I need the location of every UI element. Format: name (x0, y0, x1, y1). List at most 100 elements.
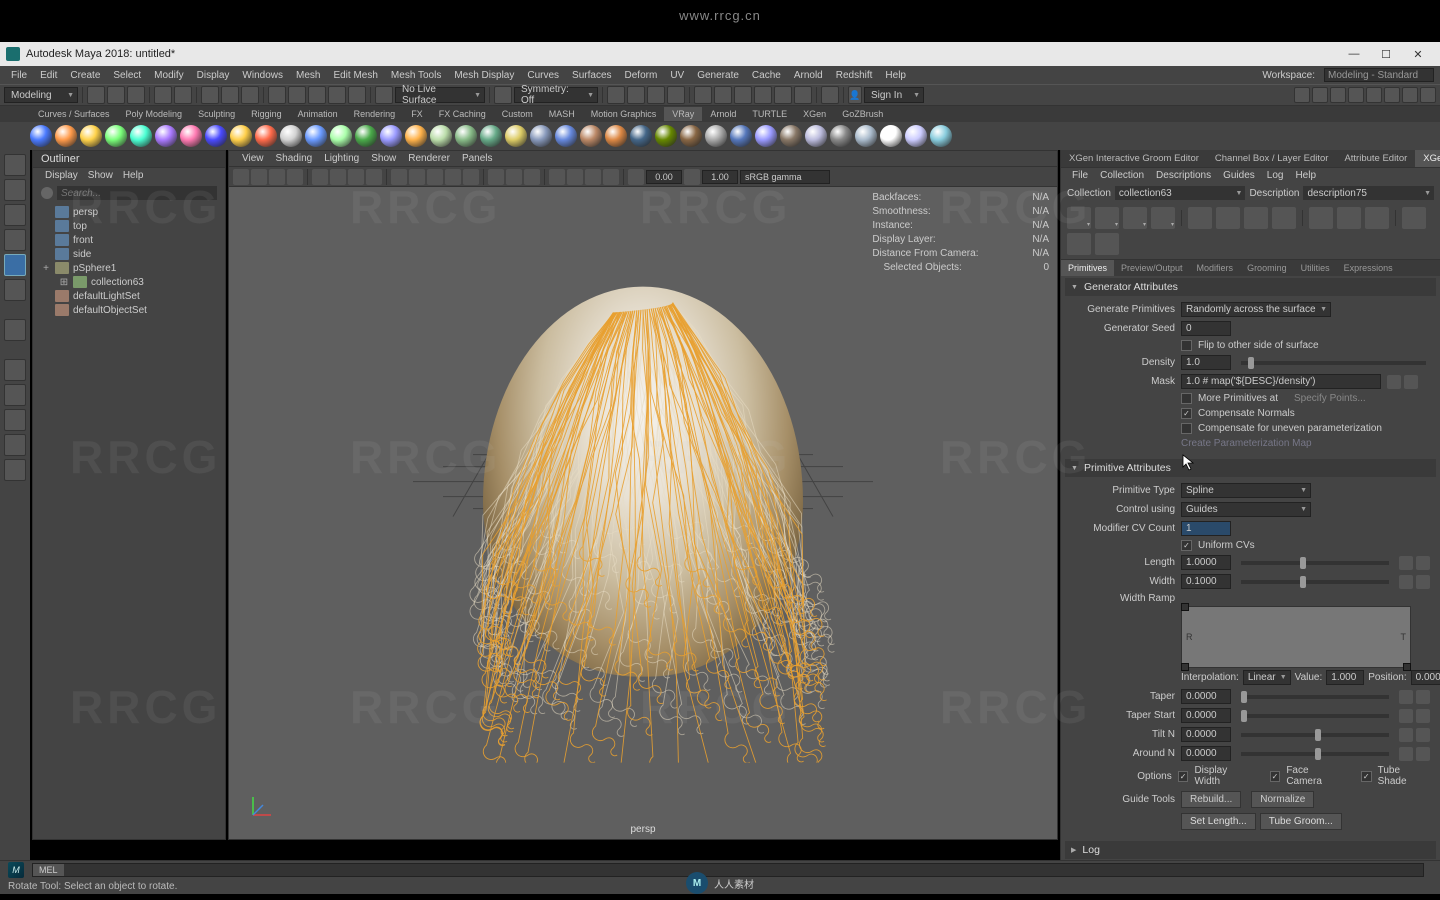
menu-help[interactable]: Help (880, 70, 911, 81)
vp-colorspace-dropdown[interactable]: sRGB gamma (740, 170, 830, 184)
menu-edit[interactable]: Edit (35, 70, 62, 81)
xgen-tool-1[interactable]: ▾ (1095, 207, 1119, 229)
shelf-tab-animation[interactable]: Animation (290, 107, 346, 121)
taper-start-slider[interactable] (1241, 714, 1389, 718)
primitive-attributes-header[interactable]: Primitive Attributes (1065, 459, 1436, 477)
xgen-tool-12[interactable] (1067, 233, 1091, 255)
xgen-subtab-modifiers[interactable]: Modifiers (1190, 260, 1241, 276)
render-icon[interactable] (694, 86, 712, 104)
minimize-button[interactable]: — (1338, 44, 1370, 64)
shelf-icon-33[interactable] (855, 125, 877, 147)
lasso-tool-icon[interactable] (4, 179, 26, 201)
shelf-icon-30[interactable] (780, 125, 802, 147)
toggle-toolbox-icon[interactable] (1420, 87, 1436, 103)
shelf-tab-rendering[interactable]: Rendering (346, 107, 404, 121)
viewport-menu-view[interactable]: View (237, 153, 269, 164)
shelf-icon-31[interactable] (805, 125, 827, 147)
description-dropdown[interactable]: description75 (1303, 186, 1434, 200)
new-scene-icon[interactable] (87, 86, 105, 104)
shelf-icon-16[interactable] (430, 125, 452, 147)
shelf-tab-gozbrush[interactable]: GoZBrush (834, 107, 891, 121)
normalize-button[interactable]: Normalize (1251, 791, 1314, 808)
taper-start-expr-icon[interactable] (1399, 709, 1413, 723)
taper-start-input[interactable] (1181, 708, 1231, 723)
xgen-tool-3[interactable]: ▾ (1151, 207, 1175, 229)
render-view-icon[interactable] (754, 86, 772, 104)
rebuild-button[interactable]: Rebuild... (1181, 791, 1241, 808)
vp-image-plane-icon[interactable] (287, 169, 303, 185)
symmetry-icon[interactable] (494, 86, 512, 104)
xgen-tool-5[interactable] (1216, 207, 1240, 229)
shelf-icon-34[interactable] (880, 125, 902, 147)
width-slider[interactable] (1241, 580, 1389, 584)
density-slider[interactable] (1241, 361, 1426, 365)
shelf-icon-22[interactable] (580, 125, 602, 147)
xgen-subtab-primitives[interactable]: Primitives (1061, 260, 1114, 276)
xgen-tool-9[interactable] (1337, 207, 1361, 229)
paint-tool-icon[interactable] (4, 204, 26, 226)
shelf-icon-11[interactable] (305, 125, 327, 147)
vp-ao-icon[interactable] (549, 169, 565, 185)
taper-menu-icon[interactable] (1416, 690, 1430, 704)
layout-two-icon[interactable] (4, 409, 26, 431)
xgen-tool-10[interactable] (1365, 207, 1389, 229)
select-mode-icon[interactable] (201, 86, 219, 104)
xgen-tool-4[interactable] (1188, 207, 1212, 229)
log-header[interactable]: Log (1065, 841, 1436, 859)
vp-shadows-icon[interactable] (463, 169, 479, 185)
shelf-tab-xgen[interactable]: XGen (795, 107, 834, 121)
width-input[interactable] (1181, 574, 1231, 589)
outliner-item-side[interactable]: side (37, 247, 221, 261)
toggle-shelf-icon[interactable] (1330, 87, 1346, 103)
xgen-subtab-expressions[interactable]: Expressions (1337, 260, 1400, 276)
vp-textured-icon[interactable] (427, 169, 443, 185)
account-icon[interactable]: 👤 (848, 86, 862, 104)
menu-uv[interactable]: UV (665, 70, 689, 81)
shelf-icon-27[interactable] (705, 125, 727, 147)
close-button[interactable]: ✕ (1402, 44, 1434, 64)
shelf-icon-8[interactable] (230, 125, 252, 147)
length-slider[interactable] (1241, 561, 1389, 565)
shelf-icon-36[interactable] (930, 125, 952, 147)
xgen-tool-0[interactable]: ▾ (1067, 207, 1091, 229)
outliner-item-collection63[interactable]: ⊞collection63 (37, 275, 221, 289)
vp-far-input[interactable] (702, 170, 738, 184)
vp-exposure-icon[interactable] (628, 169, 644, 185)
outliner-item-defaultLightSet[interactable]: defaultLightSet (37, 289, 221, 303)
length-input[interactable] (1181, 555, 1231, 570)
xgen-tool-2[interactable]: ▾ (1123, 207, 1147, 229)
shelf-icon-23[interactable] (605, 125, 627, 147)
vp-isolate-icon[interactable] (488, 169, 504, 185)
menu-surfaces[interactable]: Surfaces (567, 70, 616, 81)
toggle-commandline-icon[interactable] (1384, 87, 1400, 103)
maximize-button[interactable]: ☐ (1370, 44, 1402, 64)
right-tab-attribute-editor[interactable]: Attribute Editor (1336, 150, 1415, 167)
snap-curve-icon[interactable] (288, 86, 306, 104)
maya-mlogo-icon[interactable]: M (8, 862, 24, 878)
aroundn-menu-icon[interactable] (1416, 747, 1430, 761)
vp-film-gate-icon[interactable] (330, 169, 346, 185)
menu-generate[interactable]: Generate (692, 70, 744, 81)
taper-input[interactable] (1181, 689, 1231, 704)
shelf-tab-fx-caching[interactable]: FX Caching (431, 107, 494, 121)
shelf-tab-sculpting[interactable]: Sculpting (190, 107, 243, 121)
xgen-menu-guides[interactable]: Guides (1218, 170, 1260, 181)
save-scene-icon[interactable] (127, 86, 145, 104)
shelf-icon-24[interactable] (630, 125, 652, 147)
xgen-menu-descriptions[interactable]: Descriptions (1151, 170, 1216, 181)
shelf-icon-21[interactable] (555, 125, 577, 147)
right-tab-xgen[interactable]: XGen (1415, 150, 1440, 167)
shelf-icon-15[interactable] (405, 125, 427, 147)
shelf-icon-4[interactable] (130, 125, 152, 147)
cv-count-input[interactable] (1181, 521, 1231, 536)
vp-smoothshade-icon[interactable] (409, 169, 425, 185)
comp-normals-checkbox[interactable] (1181, 408, 1192, 419)
vp-gamma-icon[interactable] (684, 169, 700, 185)
shelf-icon-7[interactable] (205, 125, 227, 147)
open-scene-icon[interactable] (107, 86, 125, 104)
taper-start-menu-icon[interactable] (1416, 709, 1430, 723)
toggle-statusline-icon[interactable] (1312, 87, 1328, 103)
create-param-link[interactable]: Create Parameterization Map (1181, 438, 1312, 449)
shelf-icon-19[interactable] (505, 125, 527, 147)
outliner-item-top[interactable]: top (37, 219, 221, 233)
